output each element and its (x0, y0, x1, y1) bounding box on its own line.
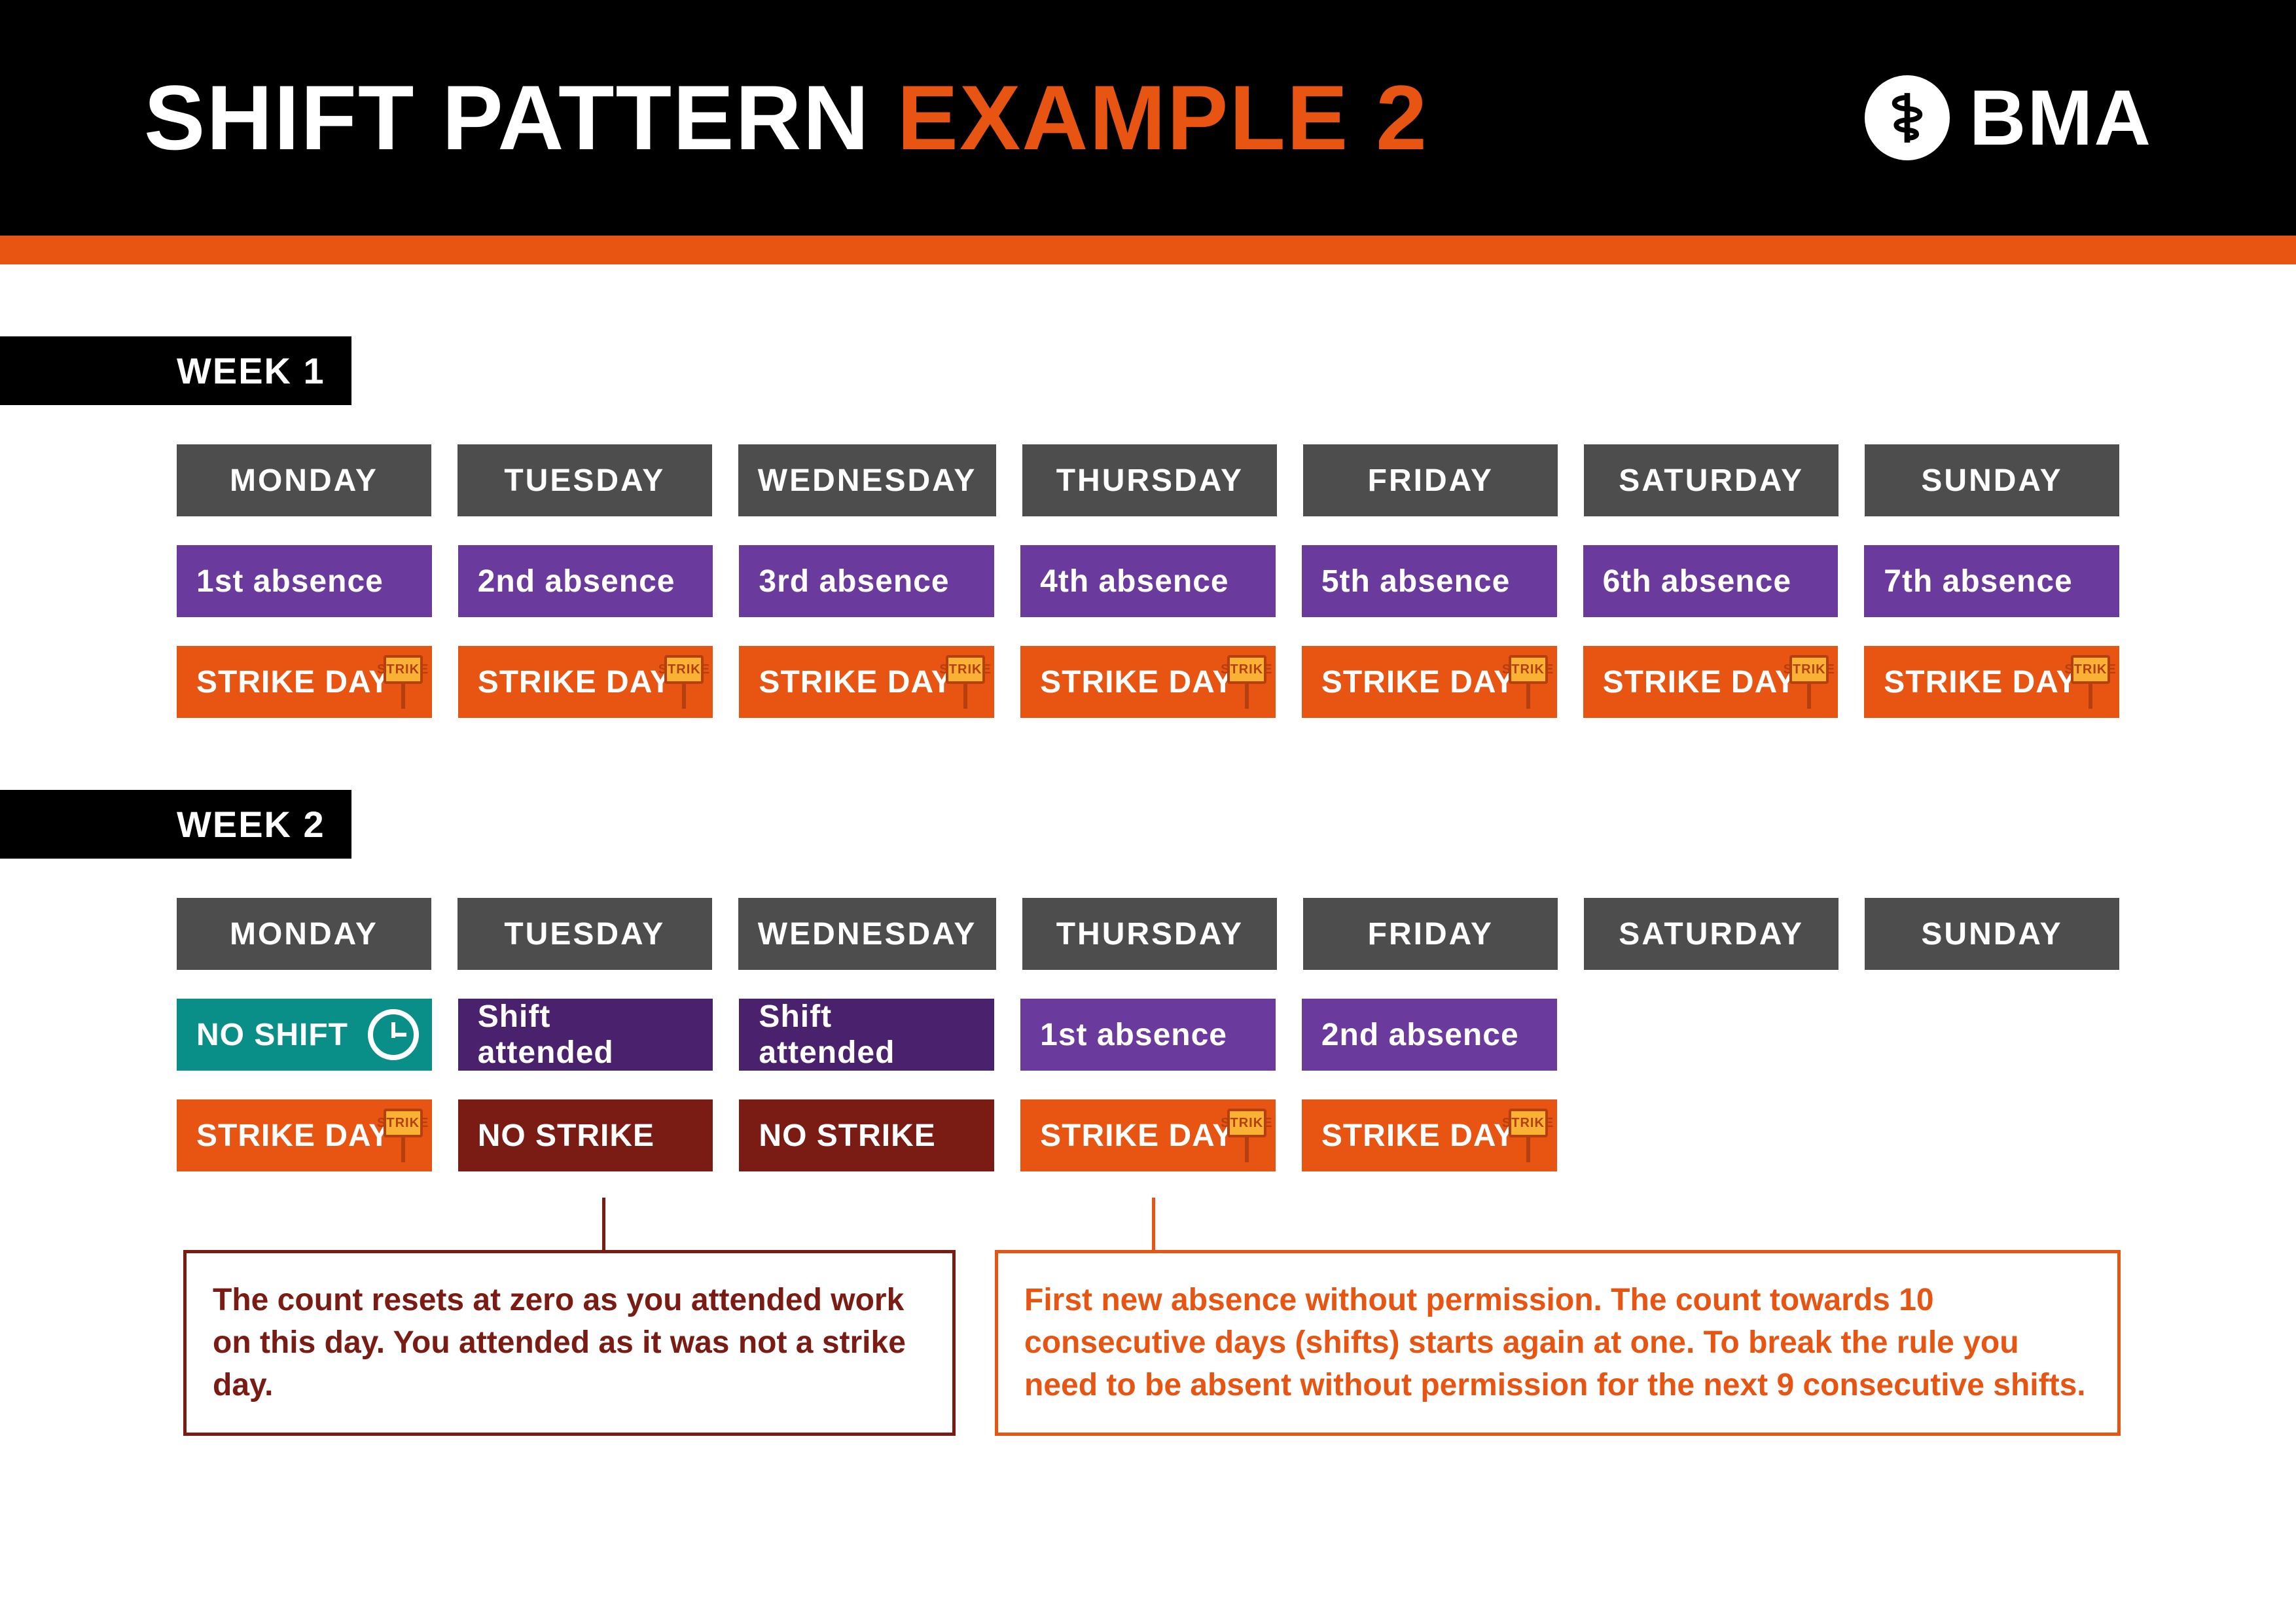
strike-day-label: STRIKE DAY (1040, 1118, 1234, 1154)
absence-cell: 4th absence (1020, 545, 1276, 617)
week-1-strike-row: STRIKE DAYSTRIKE STRIKE DAYSTRIKE STRIKE… (0, 646, 2296, 718)
callout-connector-right (1152, 1198, 1155, 1250)
clock-icon (368, 1009, 419, 1060)
strike-day-cell: STRIKE DAYSTRIKE (177, 646, 432, 718)
strike-day-label: STRIKE DAY (478, 664, 672, 700)
strike-day-label: STRIKE DAY (1603, 664, 1797, 700)
day-head: SUNDAY (1865, 444, 2119, 516)
shift-attended-cell: Shift attended (739, 999, 994, 1071)
title-part-2: EXAMPLE 2 (897, 66, 1429, 169)
day-head: THURSDAY (1022, 444, 1277, 516)
strike-day-label: STRIKE DAY (1884, 664, 2077, 700)
strike-day-label: STRIKE DAY (1040, 664, 1234, 700)
day-head: TUESDAY (457, 444, 712, 516)
day-head: TUESDAY (457, 898, 712, 970)
no-shift-cell: NO SHIFT (177, 999, 432, 1071)
bma-logo-icon (1865, 75, 1950, 160)
strike-day-label: STRIKE DAY (1321, 664, 1515, 700)
absence-cell: 2nd absence (458, 545, 713, 617)
strike-day-label: STRIKE DAY (196, 664, 390, 700)
strike-day-label: STRIKE DAY (759, 664, 952, 700)
week-2-day-headers: MONDAY TUESDAY WEDNESDAY THURSDAY FRIDAY… (0, 898, 2296, 970)
strike-day-label: STRIKE DAY (1321, 1118, 1515, 1154)
strike-day-label: STRIKE DAY (196, 1118, 390, 1154)
day-head: FRIDAY (1303, 444, 1558, 516)
shift-attended-cell: Shift attended (458, 999, 713, 1071)
callouts-region: The count resets at zero as you attended… (0, 1198, 2296, 1499)
day-head: FRIDAY (1303, 898, 1558, 970)
callout-new-absence-note: First new absence without permission. Th… (995, 1250, 2121, 1436)
strike-day-cell: STRIKE DAYSTRIKE (1302, 646, 1557, 718)
strike-sign-icon: STRIKE (1509, 1109, 1548, 1162)
strike-sign-icon: STRIKE (384, 1109, 423, 1162)
day-head: THURSDAY (1022, 898, 1277, 970)
day-head: SATURDAY (1584, 898, 1839, 970)
page-title: SHIFT PATTERN EXAMPLE 2 (0, 65, 1428, 171)
strike-day-cell: STRIKE DAYSTRIKE (739, 646, 994, 718)
strike-day-cell: STRIKE DAYSTRIKE (1864, 646, 2119, 718)
day-head: MONDAY (177, 444, 431, 516)
week-1-label: WEEK 1 (0, 336, 351, 405)
absence-cell: 6th absence (1583, 545, 1839, 617)
absence-cell: 2nd absence (1302, 999, 1557, 1071)
week-2-label: WEEK 2 (0, 790, 351, 859)
title-part-1: SHIFT PATTERN (144, 66, 897, 169)
empty-cell (1583, 999, 1839, 1071)
week-1-day-headers: MONDAY TUESDAY WEDNESDAY THURSDAY FRIDAY… (0, 444, 2296, 516)
week-2-status-row: NO SHIFT Shift attended Shift attended 1… (0, 999, 2296, 1071)
day-head: SATURDAY (1584, 444, 1839, 516)
absence-cell: 1st absence (177, 545, 432, 617)
strike-sign-icon: STRIKE (1227, 655, 1266, 709)
strike-day-cell: STRIKE DAYSTRIKE (177, 1099, 432, 1171)
empty-cell (1583, 1099, 1839, 1171)
strike-sign-icon: STRIKE (1227, 1109, 1266, 1162)
strike-sign-icon: STRIKE (664, 655, 704, 709)
callout-connector-left (602, 1198, 605, 1250)
strike-day-cell: STRIKE DAYSTRIKE (1020, 646, 1276, 718)
absence-cell: 7th absence (1864, 545, 2119, 617)
day-head: SUNDAY (1865, 898, 2119, 970)
staff-of-asclepius-icon (1879, 90, 1935, 146)
empty-cell (1864, 999, 2119, 1071)
no-strike-cell: NO STRIKE (458, 1099, 713, 1171)
strike-sign-icon: STRIKE (2071, 655, 2110, 709)
no-shift-label: NO SHIFT (196, 1017, 348, 1053)
strike-day-cell: STRIKE DAYSTRIKE (1020, 1099, 1276, 1171)
day-head: MONDAY (177, 898, 431, 970)
strike-day-cell: STRIKE DAYSTRIKE (1302, 1099, 1557, 1171)
header-accent-bar (0, 236, 2296, 264)
strike-sign-icon: STRIKE (1509, 655, 1548, 709)
week-2-strike-row: STRIKE DAYSTRIKE NO STRIKE NO STRIKE STR… (0, 1099, 2296, 1171)
callout-reset-note: The count resets at zero as you attended… (183, 1250, 956, 1436)
absence-cell: 1st absence (1020, 999, 1276, 1071)
strike-sign-icon: STRIKE (1789, 655, 1829, 709)
bma-logo: BMA (1865, 73, 2152, 163)
strike-day-cell: STRIKE DAYSTRIKE (1583, 646, 1839, 718)
day-head: WEDNESDAY (738, 444, 997, 516)
strike-day-cell: STRIKE DAYSTRIKE (458, 646, 713, 718)
bma-logo-text: BMA (1969, 73, 2152, 163)
strike-sign-icon: STRIKE (946, 655, 985, 709)
no-strike-cell: NO STRIKE (739, 1099, 994, 1171)
strike-sign-icon: STRIKE (384, 655, 423, 709)
absence-cell: 5th absence (1302, 545, 1557, 617)
empty-cell (1864, 1099, 2119, 1171)
day-head: WEDNESDAY (738, 898, 997, 970)
week-1-absence-row: 1st absence 2nd absence 3rd absence 4th … (0, 545, 2296, 617)
absence-cell: 3rd absence (739, 545, 994, 617)
header-bar: SHIFT PATTERN EXAMPLE 2 BMA (0, 0, 2296, 236)
